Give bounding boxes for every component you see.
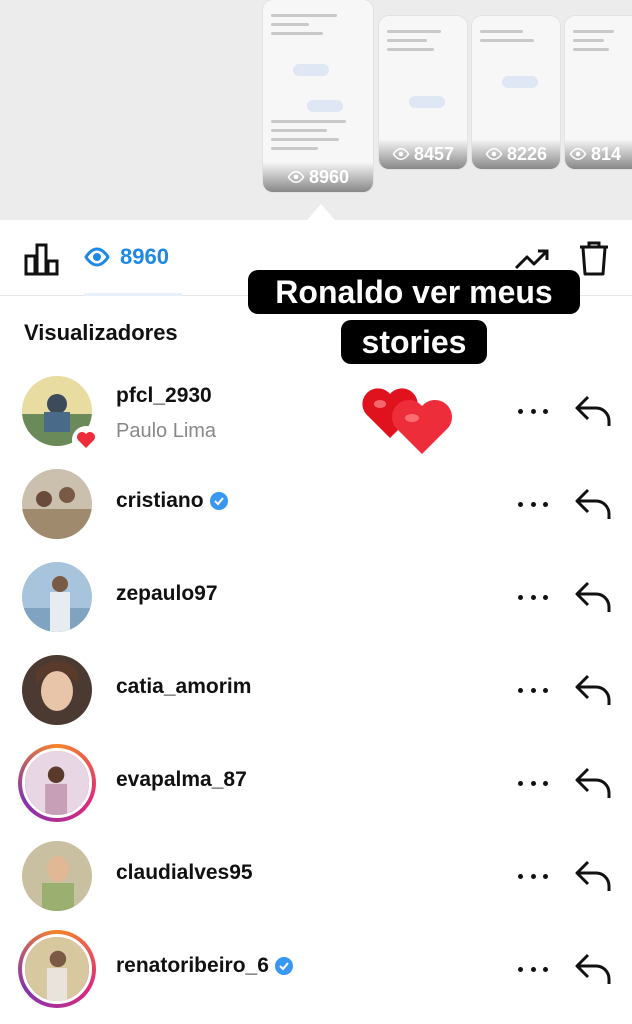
- story-thumbnail-strip: 8960 8457 8226 814: [0, 0, 632, 220]
- verified-badge-icon: [274, 957, 293, 975]
- viewer-username[interactable]: evapalma_87: [116, 768, 247, 792]
- eye-icon: [392, 147, 410, 161]
- reply-icon[interactable]: [574, 952, 612, 986]
- avatar[interactable]: [18, 930, 96, 1008]
- reply-icon[interactable]: [574, 673, 612, 707]
- reply-icon[interactable]: [574, 580, 612, 614]
- eye-icon: [485, 147, 503, 161]
- avatar-image: [22, 469, 92, 539]
- story-views: 814: [565, 139, 632, 169]
- bar-chart-icon[interactable]: [24, 242, 60, 276]
- story-thumbnail-active[interactable]: 8960: [263, 0, 373, 192]
- more-options-button[interactable]: [518, 964, 548, 974]
- caption-line-1: Ronaldo ver meus: [248, 270, 580, 314]
- viewer-row[interactable]: zepaulo97: [0, 556, 632, 649]
- views-count: 8960: [120, 244, 169, 269]
- viewer-row[interactable]: pfcl_2930 Paulo Lima: [0, 370, 632, 463]
- avatar[interactable]: [22, 655, 92, 725]
- liked-badge: [72, 426, 100, 454]
- avatar-image: [22, 562, 92, 632]
- avatar-image: [25, 751, 89, 815]
- avatar[interactable]: [22, 469, 92, 539]
- viewer-row[interactable]: cristiano: [0, 463, 632, 556]
- more-options-button[interactable]: [518, 592, 548, 602]
- reply-icon[interactable]: [574, 766, 612, 800]
- story-thumbnail[interactable]: 8457: [379, 16, 467, 169]
- story-views: 8457: [379, 139, 467, 169]
- viewer-username[interactable]: claudialves95: [116, 861, 253, 885]
- avatar[interactable]: [22, 562, 92, 632]
- active-story-pointer: [307, 204, 335, 220]
- story-views: 8960: [263, 162, 373, 192]
- caption-line-2: stories: [341, 320, 487, 364]
- reply-icon[interactable]: [574, 859, 612, 893]
- viewer-row[interactable]: catia_amorim: [0, 649, 632, 742]
- eye-icon: [84, 247, 110, 267]
- viewer-username[interactable]: renatoribeiro_6: [116, 954, 293, 978]
- viewer-row[interactable]: evapalma_87: [0, 742, 632, 835]
- viewer-username[interactable]: pfcl_2930: [116, 384, 212, 408]
- story-views: 8226: [472, 139, 560, 169]
- more-options-button[interactable]: [518, 499, 548, 509]
- viewer-row[interactable]: renatoribeiro_6: [0, 928, 632, 1021]
- more-options-button[interactable]: [518, 685, 548, 695]
- viewer-username[interactable]: cristiano: [116, 489, 228, 513]
- more-options-button[interactable]: [518, 778, 548, 788]
- reply-icon[interactable]: [574, 394, 612, 428]
- avatar[interactable]: [22, 841, 92, 911]
- viewer-full-name: Paulo Lima: [116, 420, 217, 442]
- heart-icon: [77, 432, 95, 448]
- eye-icon: [569, 147, 587, 161]
- verified-badge-icon: [209, 492, 228, 510]
- eye-icon: [287, 170, 305, 184]
- reply-icon[interactable]: [574, 487, 612, 521]
- more-options-button[interactable]: [518, 406, 548, 416]
- tab-underline: [84, 293, 182, 296]
- views-tab[interactable]: 8960: [84, 244, 169, 270]
- trash-icon[interactable]: [578, 240, 610, 276]
- two-hearts-icon: [362, 388, 453, 454]
- avatar-image: [25, 937, 89, 1001]
- story-thumbnail[interactable]: 8226: [472, 16, 560, 169]
- viewer-username[interactable]: zepaulo97: [116, 582, 218, 606]
- story-thumbnail[interactable]: 814: [565, 16, 632, 169]
- viewer-username[interactable]: catia_amorim: [116, 675, 251, 699]
- more-options-button[interactable]: [518, 871, 548, 881]
- viewer-row[interactable]: claudialves95: [0, 835, 632, 928]
- viewers-section-title: Visualizadores: [24, 320, 178, 345]
- avatar[interactable]: [18, 744, 96, 822]
- avatar-image: [22, 655, 92, 725]
- avatar-image: [22, 841, 92, 911]
- trending-up-icon[interactable]: [514, 246, 550, 272]
- viewers-panel: 8960 Visualizadores pfcl_2930 Paulo Lima…: [0, 220, 632, 1024]
